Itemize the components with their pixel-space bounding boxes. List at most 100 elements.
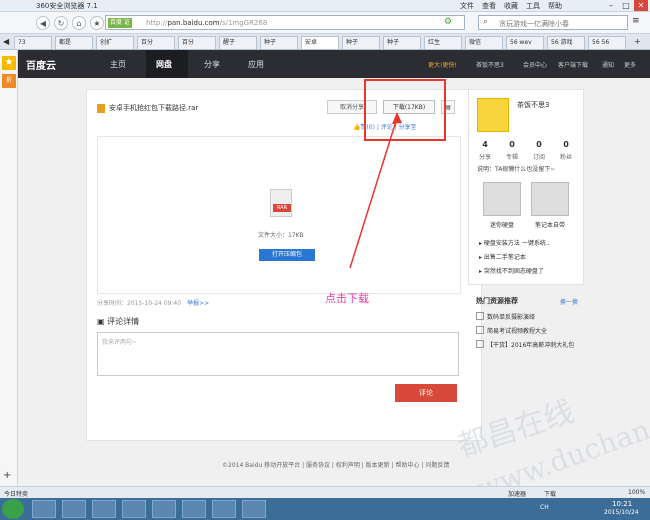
nav-promo[interactable]: 更大!更快! [428,60,457,69]
comments-title: ▣ 评论详情 [97,316,139,327]
discount-sidebar-icon[interactable]: 折 [2,74,16,88]
taskbar-app-icon[interactable] [62,500,86,518]
menu-help[interactable]: 帮助 [548,1,562,11]
nav-notifications[interactable]: 通知 [602,60,614,69]
maximize-icon[interactable]: □ [619,0,633,11]
profile-username[interactable]: 茶饭不思3 [517,100,549,110]
tab[interactable]: 微信 [465,36,503,49]
taskbar-app-icon[interactable] [242,500,266,518]
open-archive-button[interactable]: 打开压缩包 [259,249,315,261]
favorite-star-icon[interactable]: ★ [90,16,104,30]
taskbar-app-icon[interactable] [182,500,206,518]
menu-favorites[interactable]: 收藏 [504,1,518,11]
refresh-recommendations-link[interactable]: 换一换 [560,297,578,306]
zoom-level[interactable]: 100% [628,489,645,496]
hot-resource-item[interactable]: 简易考试视频教程大全 [476,326,547,335]
status-downloads[interactable]: 下载 [544,489,556,498]
tab[interactable]: 种子 [260,36,298,49]
input-language[interactable]: CH [540,504,549,511]
tab[interactable]: 56 56 [588,36,626,49]
taskbar-app-icon[interactable] [122,500,146,518]
tab[interactable]: 红生 [424,36,462,49]
shared-list-item[interactable]: ▸ 硬盘安装方法 一键系统.. [479,238,550,247]
comment-input[interactable]: 我来评两句~ [97,332,459,376]
tab[interactable]: 56 wev [506,36,544,49]
nav-vip-center[interactable]: 会员中心 [523,60,547,69]
browser-statusbar: 今日特卖 加速器 下载 100% [0,486,650,498]
nav-client-download[interactable]: 客户端下载 [558,60,588,69]
taskbar-app-icon[interactable] [32,500,56,518]
tab[interactable]: 都是 [55,36,93,49]
menu-tools[interactable]: 工具 [526,1,540,11]
report-link[interactable]: 举报>> [187,300,209,307]
file-size: 文件大小：17KB [258,232,304,239]
url-input[interactable]: 百度 证 http://pan.baidu.com/s/1mgGR268 ⚙ [105,15,465,30]
nav-home[interactable]: 主页 [110,59,126,70]
tab[interactable]: 百分 [137,36,175,49]
tab[interactable]: 73 [14,36,52,49]
search-input[interactable]: ⌕ 贪玩游戏一亿满除小春 [478,15,628,30]
stat-fans-count[interactable]: 0 [554,140,578,149]
submit-comment-button[interactable]: 评论 [395,384,457,402]
tab-scroll-left-icon[interactable]: ◀ [3,37,9,46]
clock-time[interactable]: 10:21 [612,500,632,508]
menu-view[interactable]: 查看 [482,1,496,11]
tab[interactable]: 百分 [178,36,216,49]
tab[interactable]: 醒子 [219,36,257,49]
browser-sidebar: ★ 折 + [0,50,18,486]
start-button[interactable] [2,499,24,519]
shared-list-item[interactable]: ▸ 突然找不到固态硬盘了 [479,266,544,275]
shared-list-item[interactable]: ▸ 出售二手笔记本 [479,252,526,261]
search-placeholder: 贪玩游戏一亿满除小春 [499,20,569,28]
shared-item-label[interactable]: 笔记本自带 [525,220,575,229]
shared-item-thumbnail[interactable] [483,182,521,216]
minimize-icon[interactable]: – [604,0,618,11]
nav-share[interactable]: 分享 [204,59,220,70]
menu-icon[interactable]: ≡ [632,16,640,26]
tab[interactable]: 创扩 [96,36,134,49]
new-tab-icon[interactable]: + [634,37,641,46]
user-description: 说明：TA很懒什么也没留下~ [477,166,556,173]
stat-subscriptions-label: 订阅 [532,154,545,161]
avatar[interactable] [477,98,509,132]
tab-active[interactable]: 安卓 [301,36,339,49]
tab[interactable]: 56 游戏 [547,36,585,49]
nav-apps[interactable]: 应用 [248,59,264,70]
hot-resource-item[interactable]: 数码单反摄影演绎 [476,312,535,321]
favorites-sidebar-icon[interactable]: ★ [2,56,16,70]
shared-item-thumbnail[interactable] [531,182,569,216]
home-icon[interactable]: ⌂ [72,16,86,30]
url-text: http://pan.baidu.com/s/1mgGR268 [146,18,267,28]
shared-item-label[interactable]: 迷你硬盘 [477,220,527,229]
status-accelerator[interactable]: 加速器 [508,489,526,498]
taskbar-app-icon[interactable] [212,500,236,518]
user-profile-panel: 茶饭不思3 4 0 0 0 分享 专辑 订阅 粉丝 说明：TA很懒什么也没留下~… [468,89,584,285]
security-shield-icon[interactable]: ⚙ [444,17,452,27]
close-icon[interactable]: ✕ [634,0,648,11]
status-daily-deals[interactable]: 今日特卖 [4,489,28,498]
stat-shares-count[interactable]: 4 [473,140,497,149]
menu-file[interactable]: 文件 [460,1,474,11]
share-time-text: 分享时间：2015-10-24 09:40 [97,300,182,307]
baidu-cloud-logo[interactable]: 百度云 [26,57,56,72]
nav-netdisk[interactable]: 网盘 [156,59,172,70]
comments-title-text: 评论详情 [107,317,140,326]
tab[interactable]: 种子 [342,36,380,49]
baidu-navbar: 百度云 主页 网盘 分享 应用 更大!更快! 茶饭不思3 会员中心 客户端下载 … [18,50,650,78]
refresh-icon[interactable]: ↻ [54,16,68,30]
back-icon[interactable]: ◀ [36,16,50,30]
add-sidebar-icon[interactable]: + [3,470,11,481]
certificate-badge[interactable]: 百度 证 [108,18,132,28]
stat-albums-label: 专辑 [505,154,518,161]
hot-resource-item[interactable]: 【干货】2016年高薪冲刺大礼包 [476,340,574,349]
nav-username[interactable]: 茶饭不思3 [476,60,504,69]
taskbar-app-icon[interactable] [152,500,176,518]
taskbar-app-icon[interactable] [92,500,116,518]
clock-date[interactable]: 2015/10/24 [604,509,639,516]
stat-subscriptions-count[interactable]: 0 [527,140,551,149]
nav-more[interactable]: 更多 [624,60,636,69]
stat-albums-count[interactable]: 0 [500,140,524,149]
address-toolbar: ◀ ↻ ⌂ ★ 百度 证 http://pan.baidu.com/s/1mgG… [0,12,650,34]
rar-label: RAR [273,204,291,212]
tab[interactable]: 种子 [383,36,421,49]
